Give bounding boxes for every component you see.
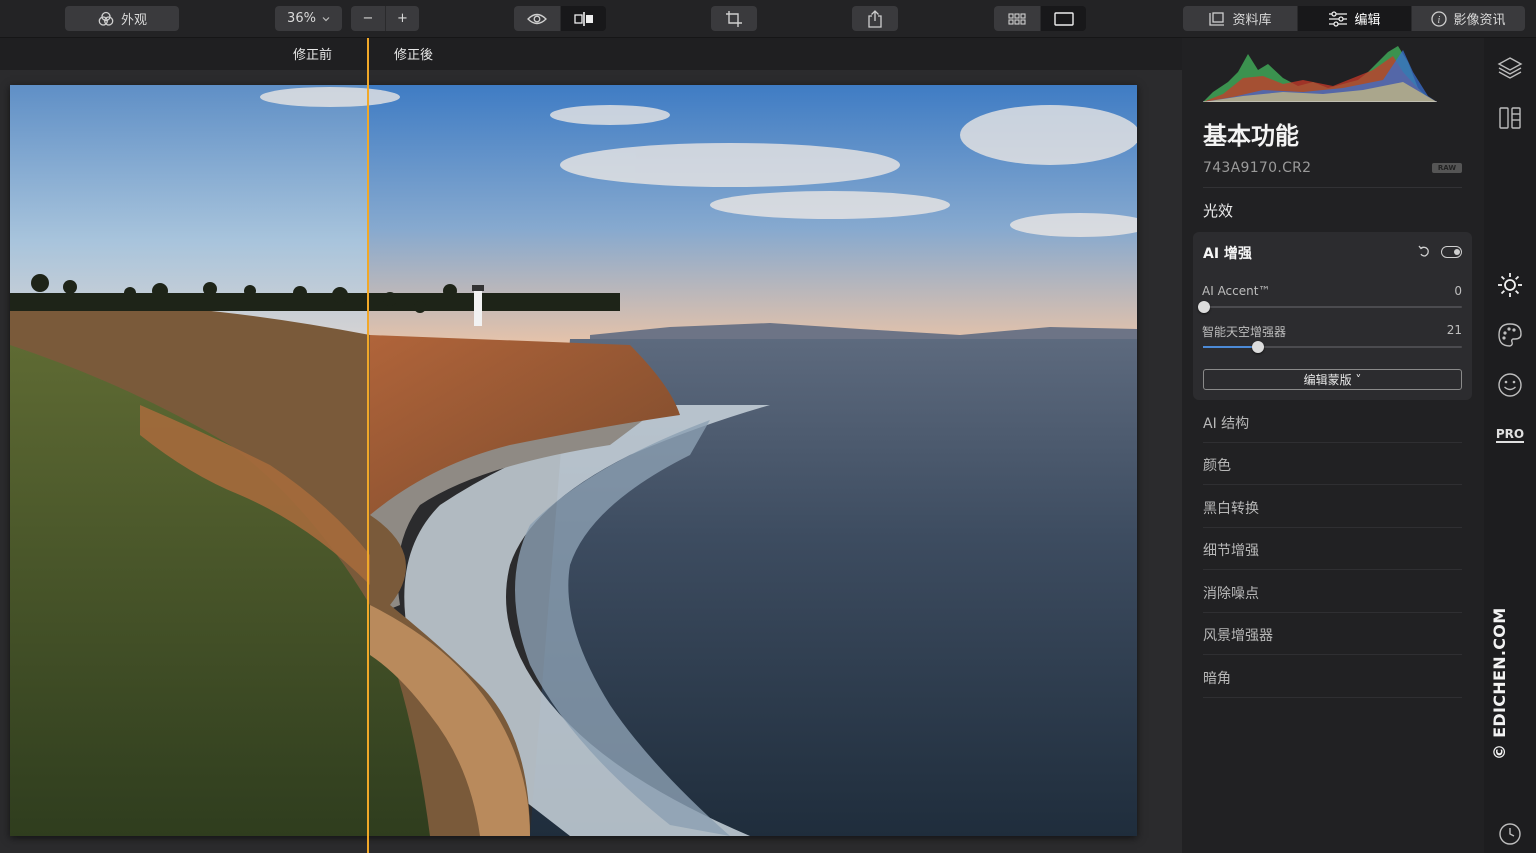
library-icon [1209,11,1225,26]
sky-enhancer-label: 智能天空增强器 [1202,325,1287,339]
sliders-icon [1329,10,1348,27]
compare-labels-bar [0,38,1182,70]
tool-denoise[interactable]: 消除噪点 [1203,571,1462,613]
tab-library-label: 资料库 [1232,13,1272,28]
preview-toggle-button[interactable] [514,6,560,31]
zoom-value: 36% [287,11,316,26]
crop-icon [726,10,742,27]
looks-button[interactable]: 外观 [65,6,179,31]
share-icon [868,9,882,28]
compare-divider-handle[interactable] [367,38,369,853]
tool-ai-structure[interactable]: AI 结构 [1203,401,1462,443]
looks-icon [98,11,114,26]
zoom-select[interactable]: 36% [275,6,342,31]
edit-mask-button[interactable]: 编辑蒙版 ˅ [1203,369,1462,390]
watermark-text: © EDICHEN.COM [1490,607,1509,760]
tab-info-label: 影像资讯 [1453,13,1506,28]
tab-library[interactable]: 资料库 [1183,6,1297,31]
after-label: 修正後 [394,48,434,63]
ai-accent-slider[interactable] [1203,306,1462,308]
ai-accent-label: AI Accent™ [1202,284,1271,298]
top-toolbar: 外观 36% − + 资料库 编辑 i 影像资讯 [0,0,1536,38]
tool-label: 暗角 [1203,671,1231,687]
zoom-stepper: − + [351,6,419,31]
crop-button[interactable] [711,6,757,31]
main-tabs: 资料库 编辑 i 影像资讯 [1183,6,1525,31]
face-icon[interactable] [1496,371,1524,399]
panel-title: 基本功能 [1203,122,1299,150]
ai-enhance-title[interactable]: AI 增强 [1203,243,1252,263]
pro-label: PRO [1495,427,1525,443]
looks-label: 外观 [120,13,147,28]
before-label: 修正前 [293,48,333,63]
histogram [1203,46,1437,102]
tool-label: 消除噪点 [1203,586,1259,602]
view-mode-group [514,6,606,31]
zoom-in-label: + [397,11,408,26]
sky-enhancer-slider-thumb[interactable] [1252,341,1264,353]
tool-landscape-enhancer[interactable]: 风景增强器 [1203,613,1462,655]
svg-text:i: i [1438,15,1441,26]
sun-icon[interactable] [1496,271,1524,299]
grid-icon [1008,12,1026,25]
layers-icon[interactable] [1496,54,1524,82]
sky-enhancer-value: 21 [1446,323,1462,337]
split-compare-icon [573,11,593,26]
tool-label: 颜色 [1203,458,1231,474]
ai-accent-slider-thumb[interactable] [1198,301,1210,313]
photo-preview[interactable] [10,85,1137,836]
ai-enhance-toggle[interactable] [1441,246,1462,258]
reset-icon[interactable] [1417,244,1431,258]
palette-icon[interactable] [1496,321,1524,349]
single-view-button[interactable] [1040,6,1086,31]
compare-panels-icon[interactable] [1496,104,1524,132]
section-light[interactable]: 光效 [1203,200,1233,221]
history-icon[interactable] [1496,820,1524,848]
eye-icon [527,13,547,24]
tool-label: AI 结构 [1203,416,1250,432]
share-button[interactable] [852,6,898,31]
tool-color[interactable]: 颜色 [1203,443,1462,485]
edit-mask-label: 编辑蒙版 ˅ [1303,373,1362,387]
raw-badge: RAW [1432,163,1462,173]
tool-bw-conversion[interactable]: 黑白转换 [1203,486,1462,528]
tab-edit[interactable]: 编辑 [1297,6,1411,31]
ai-accent-value: 0 [1454,284,1462,298]
tab-info[interactable]: i 影像资讯 [1411,6,1525,31]
compare-button[interactable] [560,6,606,31]
info-icon: i [1431,10,1448,27]
single-image-icon [1053,11,1074,26]
landscape-photo [10,85,1137,836]
layout-group [994,6,1086,31]
zoom-out-button[interactable]: − [351,6,385,31]
file-name: 743A9170.CR2 [1203,160,1312,176]
tool-details-enhancer[interactable]: 细节增强 [1203,528,1462,570]
grid-view-button[interactable] [994,6,1040,31]
zoom-in-button[interactable]: + [385,6,419,31]
tool-label: 黑白转换 [1203,501,1259,517]
sky-enhancer-slider[interactable] [1203,346,1462,348]
divider-line [1203,187,1462,188]
pro-badge[interactable]: PRO [1495,421,1525,449]
app-window: 外观 36% − + 资料库 编辑 i 影像资讯 修正前 修正後 基本功能 74… [0,0,1536,853]
zoom-out-label: − [362,11,374,26]
tool-label: 风景增强器 [1203,628,1273,644]
tool-label: 细节增强 [1203,543,1259,559]
tab-edit-label: 编辑 [1354,13,1381,28]
tool-vignette[interactable]: 暗角 [1203,656,1462,698]
chevron-down-icon [322,16,330,21]
